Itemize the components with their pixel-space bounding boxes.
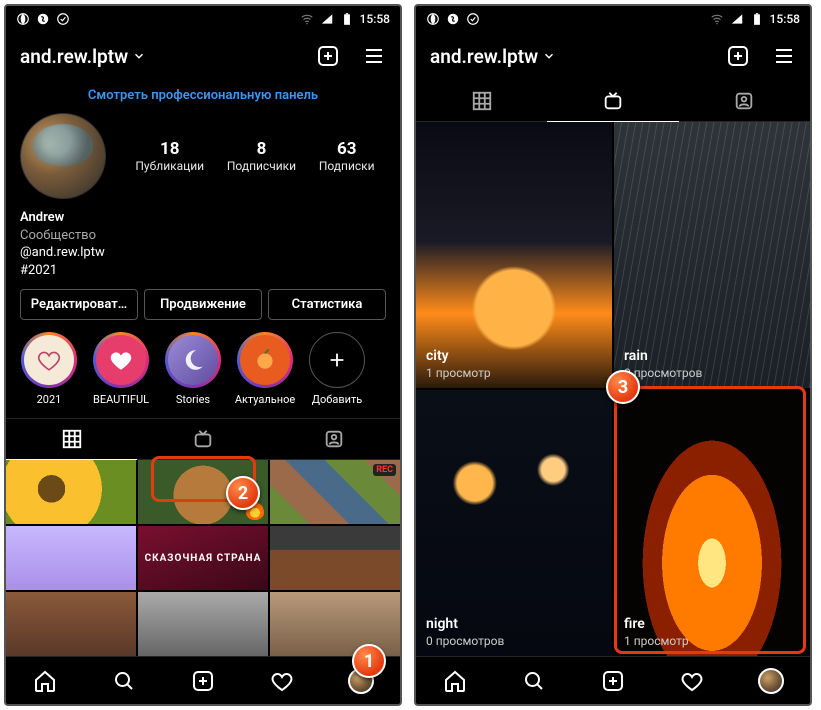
- post-thumbnail[interactable]: [270, 592, 400, 656]
- nav-search[interactable]: [521, 668, 547, 694]
- post-thumbnail[interactable]: [138, 592, 268, 656]
- bottom-nav: [416, 656, 810, 704]
- profile-avatar[interactable]: [20, 113, 106, 199]
- chevron-down-icon: [542, 49, 556, 63]
- profile-header: and.rew.lptw: [6, 32, 400, 80]
- igtv-video-rain[interactable]: rain 0 просмотров: [614, 122, 810, 388]
- opera-icon: [426, 12, 440, 26]
- username-dropdown[interactable]: and.rew.lptw: [430, 45, 556, 68]
- post-thumbnail[interactable]: СКАЗОЧНАЯ СТРАНА: [138, 526, 268, 590]
- stat-followers[interactable]: 8 Подписчики: [227, 139, 296, 173]
- tab-tagged[interactable]: [679, 80, 810, 121]
- nav-search[interactable]: [111, 668, 137, 694]
- profile-row: 18 Публикации 8 Подписчики 63 Подписки: [6, 113, 400, 209]
- username-text: and.rew.lptw: [20, 45, 128, 68]
- nav-activity[interactable]: [679, 668, 705, 694]
- highlights-row: 2021 BEAUTIFUL Stories Актуальное Добави…: [6, 332, 400, 418]
- nav-create[interactable]: [190, 668, 216, 694]
- annotation-callout-1: 1: [352, 644, 386, 678]
- nav-activity[interactable]: [269, 668, 295, 694]
- wifi-icon: [710, 12, 724, 26]
- sync-done-icon: [466, 12, 480, 26]
- annotation-callout-3: 3: [606, 370, 640, 404]
- bottom-nav: [6, 656, 400, 704]
- annotation-callout-2: 2: [226, 476, 260, 510]
- battery-icon: [340, 12, 354, 26]
- account-category: Сообщество: [20, 227, 386, 245]
- username-text: and.rew.lptw: [430, 45, 538, 68]
- professional-dashboard-link[interactable]: Смотреть профессиональную панель: [6, 80, 400, 113]
- shazam-icon: [36, 12, 50, 26]
- chevron-down-icon: [132, 49, 146, 63]
- signal-icon: [730, 12, 744, 26]
- edit-profile-button[interactable]: Редактироват…: [20, 289, 138, 320]
- rec-badge: REC: [373, 464, 396, 476]
- nav-profile[interactable]: [758, 668, 784, 694]
- profile-actions: Редактироват… Продвижение Статистика: [6, 289, 400, 332]
- tab-grid[interactable]: [6, 419, 137, 459]
- profile-content-tabs: [6, 418, 400, 460]
- igtv-video-fire[interactable]: fire 1 просмотр: [614, 390, 810, 656]
- stat-posts[interactable]: 18 Публикации: [135, 139, 204, 173]
- promote-button[interactable]: Продвижение: [144, 289, 262, 320]
- username-dropdown[interactable]: and.rew.lptw: [20, 45, 146, 68]
- status-bar: 15:58: [416, 6, 810, 32]
- opera-icon: [16, 12, 30, 26]
- menu-button[interactable]: [772, 44, 796, 68]
- status-bar: 15:58: [6, 6, 400, 32]
- create-button[interactable]: [726, 44, 750, 68]
- stat-following[interactable]: 63 Подписки: [319, 139, 375, 173]
- nav-avatar-icon: [758, 668, 784, 694]
- clock: 15:58: [770, 12, 800, 26]
- highlight-beautiful[interactable]: BEAUTIFUL: [92, 332, 150, 406]
- tab-tagged[interactable]: [269, 419, 400, 459]
- igtv-video-night[interactable]: night 0 просмотров: [416, 390, 612, 656]
- post-thumbnail[interactable]: REC: [270, 460, 400, 524]
- igtv-video-city[interactable]: city 1 просмотр: [416, 122, 612, 388]
- post-thumbnail[interactable]: [6, 592, 136, 656]
- highlight-stories[interactable]: Stories: [164, 332, 222, 406]
- highlight-add[interactable]: Добавить: [308, 332, 366, 406]
- clock: 15:58: [360, 12, 390, 26]
- profile-content-tabs: [416, 80, 810, 122]
- create-button[interactable]: [316, 44, 340, 68]
- post-thumbnail[interactable]: [6, 460, 136, 524]
- nav-home[interactable]: [32, 668, 58, 694]
- tab-igtv[interactable]: [547, 80, 678, 121]
- post-thumbnail[interactable]: [6, 526, 136, 590]
- bio-hashtag[interactable]: #2021: [20, 262, 386, 280]
- insights-button[interactable]: Статистика: [268, 289, 386, 320]
- nav-create[interactable]: [600, 668, 626, 694]
- battery-icon: [750, 12, 764, 26]
- highlight-2021[interactable]: 2021: [20, 332, 78, 406]
- shazam-icon: [446, 12, 460, 26]
- wifi-icon: [300, 12, 314, 26]
- menu-button[interactable]: [362, 44, 386, 68]
- phone-profile: 15:58 and.rew.lptw Смотреть профессионал…: [4, 4, 402, 706]
- plus-icon: [326, 349, 348, 371]
- signal-icon: [320, 12, 334, 26]
- tab-grid[interactable]: [416, 80, 547, 121]
- profile-header: and.rew.lptw: [416, 32, 810, 80]
- tab-igtv[interactable]: [137, 419, 268, 459]
- nav-home[interactable]: [442, 668, 468, 694]
- bio-mention[interactable]: @and.rew.lptw: [20, 244, 386, 262]
- post-thumbnail[interactable]: [270, 526, 400, 590]
- sync-done-icon: [56, 12, 70, 26]
- display-name: Andrew: [20, 209, 386, 227]
- posts-grid: REC СКАЗОЧНАЯ СТРАНА: [6, 460, 400, 656]
- bio-block: Andrew Сообщество @and.rew.lptw #2021: [6, 209, 400, 289]
- phone-igtv: 15:58 and.rew.lptw city 1 просмотр rai: [414, 4, 812, 706]
- highlight-актуальное[interactable]: Актуальное: [236, 332, 294, 406]
